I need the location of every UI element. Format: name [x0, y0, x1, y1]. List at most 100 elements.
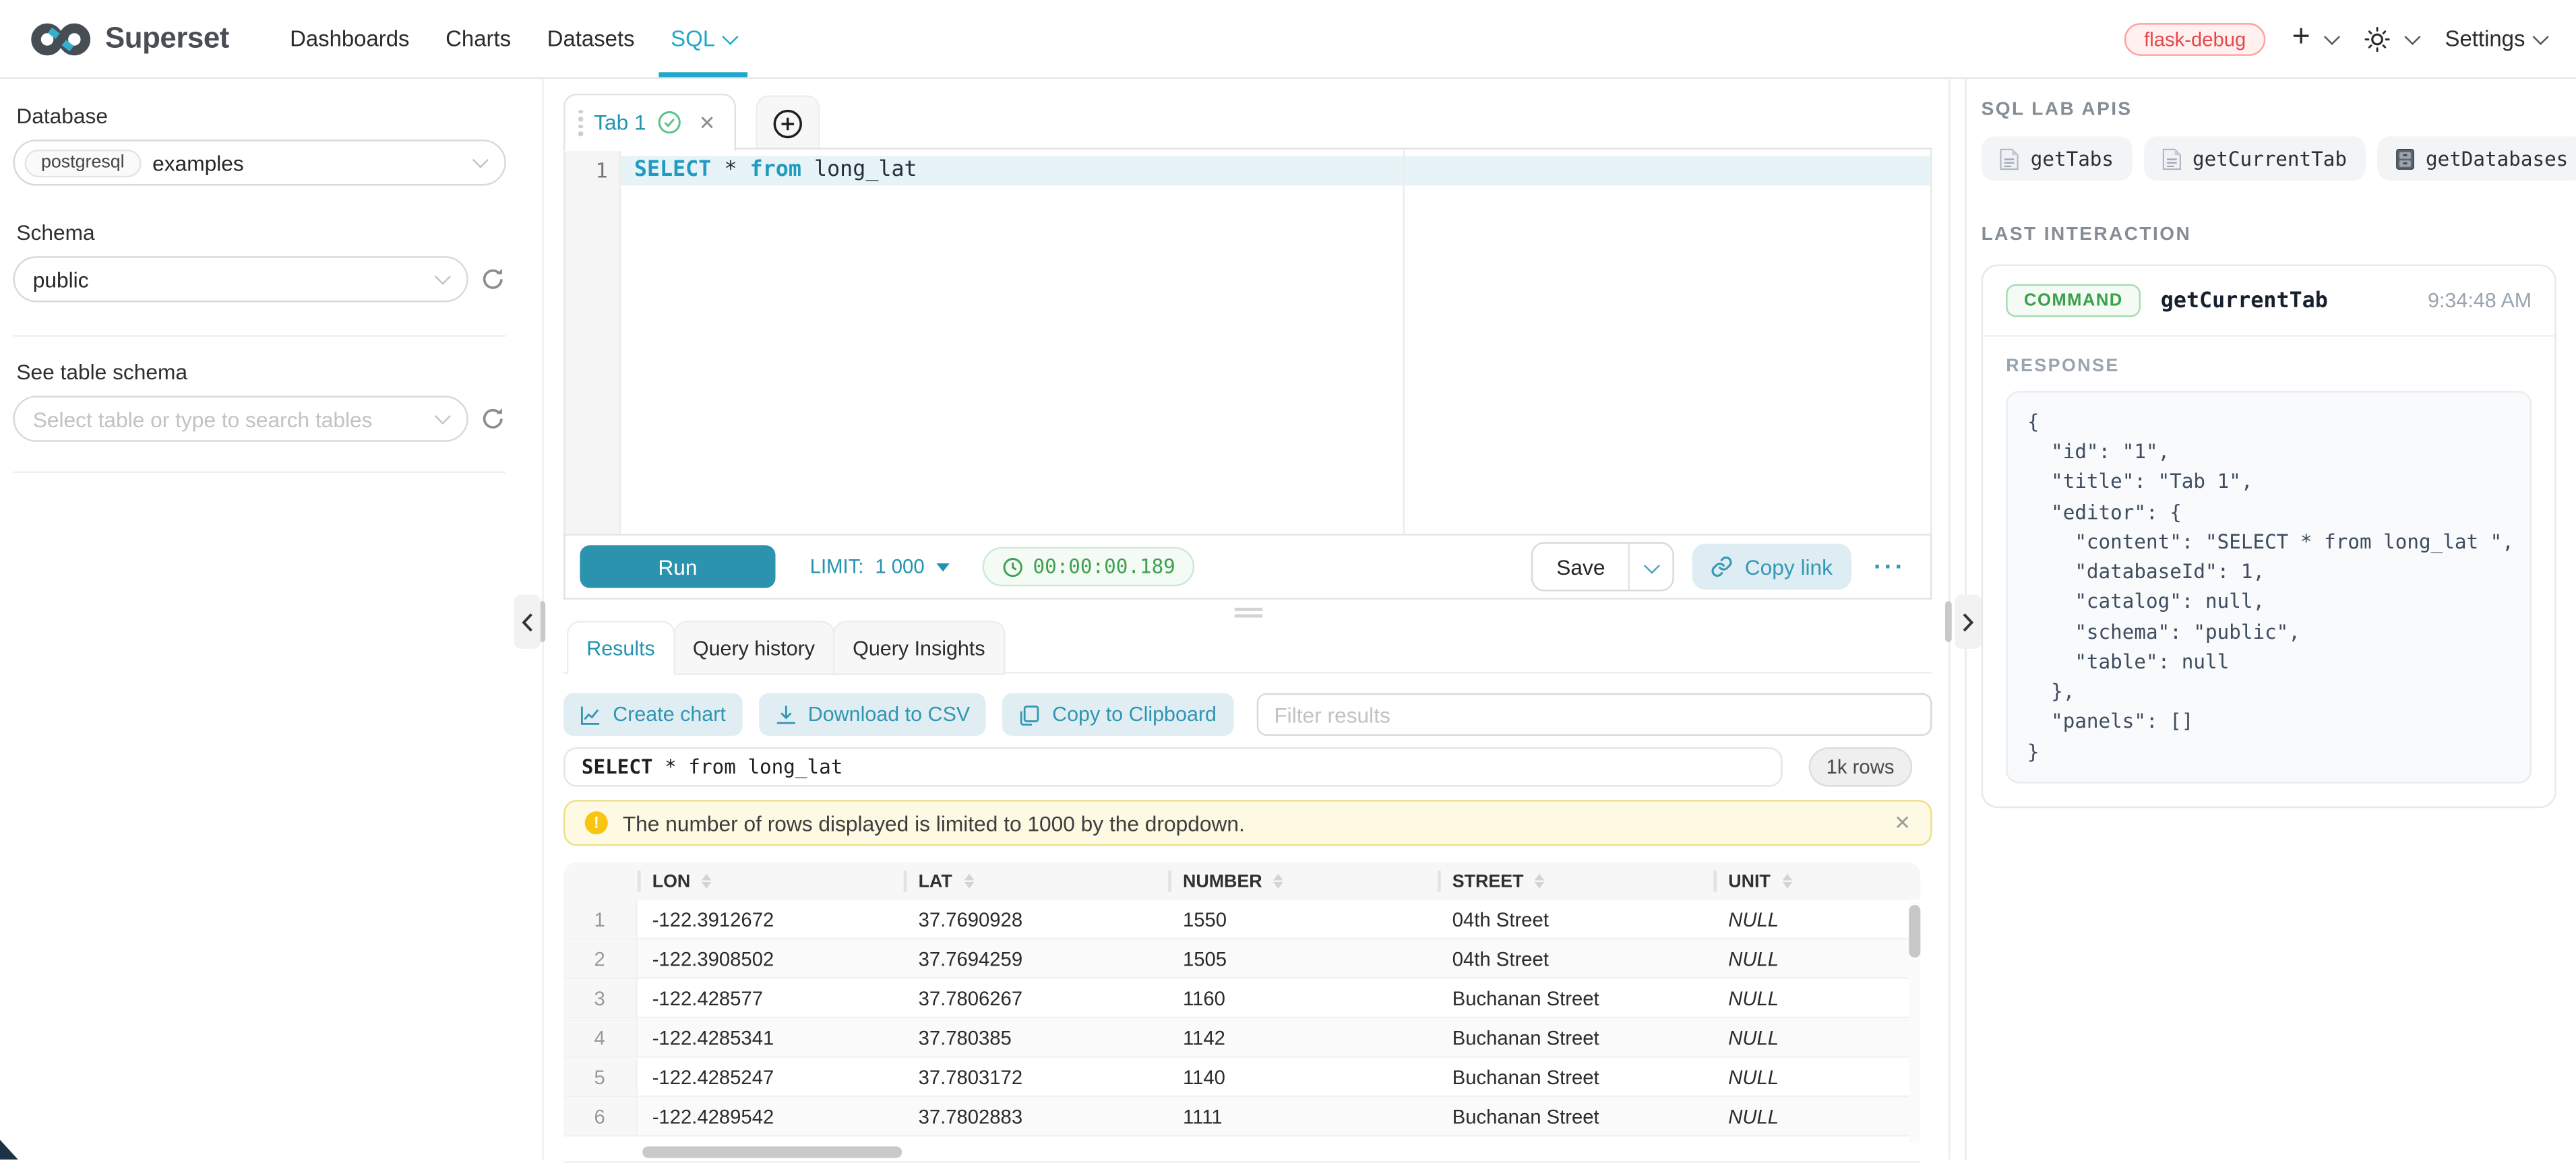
- table-cell[interactable]: NULL: [1713, 939, 1897, 977]
- table-cell[interactable]: 1550: [1168, 900, 1438, 938]
- table-cell[interactable]: 37.7802883: [904, 1097, 1168, 1135]
- nav-dashboards[interactable]: Dashboards: [272, 0, 427, 77]
- table-select[interactable]: Select table or type to search tables: [13, 396, 468, 441]
- tab-query-history[interactable]: Query history: [673, 621, 835, 674]
- column-header-lon[interactable]: LON: [638, 862, 904, 900]
- query-preview[interactable]: SELECT * from long_lat: [563, 747, 1783, 787]
- table-row[interactable]: 4-122.428534137.7803851142Buchanan Stree…: [563, 1018, 1920, 1058]
- editor-tab-1[interactable]: Tab 1 ✕: [563, 94, 737, 151]
- save-options-button[interactable]: [1628, 544, 1673, 590]
- table-select-placeholder: Select table or type to search tables: [25, 406, 373, 431]
- pane-splitter[interactable]: [563, 600, 1932, 621]
- sort-icon[interactable]: [1535, 873, 1545, 889]
- table-row[interactable]: 5-122.428524737.78031721140Buchanan Stre…: [563, 1058, 1920, 1098]
- add-tab-button[interactable]: [756, 95, 820, 149]
- table-cell[interactable]: -122.4285341: [638, 1018, 904, 1056]
- command-name: getCurrentTab: [2161, 288, 2328, 313]
- run-query-button[interactable]: Run: [580, 545, 775, 588]
- save-button[interactable]: Save: [1533, 544, 1628, 590]
- database-value: examples: [152, 150, 244, 175]
- table-cell[interactable]: 37.780385: [904, 1018, 1168, 1056]
- table-cell[interactable]: NULL: [1713, 1097, 1897, 1135]
- horizontal-scrollbar-thumb[interactable]: [642, 1146, 902, 1158]
- close-warning-icon[interactable]: ✕: [1894, 811, 1911, 834]
- filter-results-input[interactable]: [1256, 693, 1932, 736]
- close-tab-icon[interactable]: ✕: [699, 111, 716, 134]
- table-cell[interactable]: Buchanan Street: [1438, 1097, 1714, 1135]
- table-cell[interactable]: NULL: [1713, 979, 1897, 1017]
- table-cell[interactable]: -122.4289542: [638, 1097, 904, 1135]
- collapse-right-panel-button[interactable]: [1955, 594, 1982, 648]
- row-index-cell: 3: [563, 979, 638, 1017]
- column-header-number[interactable]: NUMBER: [1168, 862, 1438, 900]
- nav-datasets[interactable]: Datasets: [529, 0, 652, 77]
- table-cell[interactable]: 37.7803172: [904, 1058, 1168, 1096]
- schema-label: Schema: [16, 220, 505, 245]
- table-cell[interactable]: NULL: [1713, 1058, 1897, 1096]
- new-item-menu[interactable]: +: [2292, 25, 2339, 53]
- refresh-tables-icon[interactable]: [480, 406, 506, 432]
- table-cell[interactable]: NULL: [1713, 1018, 1897, 1056]
- api-button-getcurrenttab[interactable]: getCurrentTab: [2143, 136, 2365, 181]
- schema-select[interactable]: public: [13, 256, 468, 302]
- table-cell[interactable]: 1142: [1168, 1018, 1438, 1056]
- copy-to-clipboard-button[interactable]: Copy to Clipboard: [1003, 693, 1233, 736]
- settings-menu[interactable]: Settings: [2445, 26, 2547, 51]
- nav-sql[interactable]: SQL: [652, 0, 754, 77]
- nav-charts[interactable]: Charts: [427, 0, 529, 77]
- table-cell[interactable]: 37.7806267: [904, 979, 1168, 1017]
- table-cell[interactable]: -122.4285247: [638, 1058, 904, 1096]
- column-header-lat[interactable]: LAT: [904, 862, 1168, 900]
- caret-down-icon: [936, 563, 950, 571]
- limit-label: LIMIT:: [810, 555, 864, 578]
- sort-icon[interactable]: [1274, 873, 1284, 889]
- copy-link-button[interactable]: Copy link: [1692, 544, 1851, 590]
- download-csv-button[interactable]: Download to CSV: [759, 693, 987, 736]
- table-cell[interactable]: 04th Street: [1438, 939, 1714, 977]
- vertical-scrollbar-thumb[interactable]: [1909, 905, 1920, 957]
- table-cell[interactable]: 1140: [1168, 1058, 1438, 1096]
- collapse-left-panel-button[interactable]: [514, 594, 541, 648]
- table-cell[interactable]: -122.3908502: [638, 939, 904, 977]
- table-row[interactable]: 6-122.428954237.78028831111Buchanan Stre…: [563, 1097, 1920, 1137]
- row-limit-warning-banner: ! The number of rows displayed is limite…: [563, 800, 1932, 846]
- table-cell[interactable]: -122.428577: [638, 979, 904, 1017]
- table-cell[interactable]: 1505: [1168, 939, 1438, 977]
- more-options-button[interactable]: ···: [1874, 553, 1906, 580]
- sql-code-editor[interactable]: 1 SELECT * from long_lat: [563, 150, 1932, 534]
- api-button-getdatabases[interactable]: getDatabases: [2376, 136, 2576, 181]
- tab-results[interactable]: Results: [567, 621, 675, 674]
- chevron-down-icon: [472, 152, 489, 168]
- column-header-street[interactable]: STREET: [1438, 862, 1714, 900]
- table-row[interactable]: 2-122.390850237.7694259150504th StreetNU…: [563, 939, 1920, 979]
- splitter-drag-icon[interactable]: [1234, 608, 1262, 618]
- theme-menu[interactable]: [2364, 26, 2418, 52]
- database-select[interactable]: postgresql examples: [13, 139, 506, 185]
- horizontal-scrollbar[interactable]: [563, 1143, 1920, 1162]
- table-cell[interactable]: 1111: [1168, 1097, 1438, 1135]
- table-cell[interactable]: Buchanan Street: [1438, 1018, 1714, 1056]
- sort-icon[interactable]: [1782, 873, 1792, 889]
- table-cell[interactable]: 37.7694259: [904, 939, 1168, 977]
- table-row[interactable]: 1-122.391267237.7690928155004th StreetNU…: [563, 900, 1920, 940]
- table-cell[interactable]: -122.3912672: [638, 900, 904, 938]
- sort-icon[interactable]: [702, 873, 712, 889]
- table-row[interactable]: 3-122.42857737.78062671160Buchanan Stree…: [563, 979, 1920, 1019]
- create-chart-button[interactable]: Create chart: [563, 693, 742, 736]
- tab-query-insights[interactable]: Query Insights: [833, 621, 1005, 674]
- column-header-unit[interactable]: UNIT: [1713, 862, 1897, 900]
- table-cell[interactable]: NULL: [1713, 900, 1897, 938]
- right-split-drag-handle[interactable]: [1945, 601, 1952, 642]
- refresh-schema-icon[interactable]: [480, 266, 506, 292]
- table-cell[interactable]: 37.7690928: [904, 900, 1168, 938]
- tab-drag-handle-icon[interactable]: [578, 109, 582, 135]
- api-button-gettabs[interactable]: getTabs: [1982, 136, 2132, 181]
- superset-logo[interactable]: Superset: [30, 19, 229, 59]
- limit-dropdown[interactable]: LIMIT: 1 000: [810, 555, 949, 578]
- table-cell[interactable]: 04th Street: [1438, 900, 1714, 938]
- table-cell[interactable]: Buchanan Street: [1438, 979, 1714, 1017]
- sort-icon[interactable]: [964, 873, 974, 889]
- vertical-scrollbar[interactable]: [1909, 902, 1920, 1143]
- table-cell[interactable]: Buchanan Street: [1438, 1058, 1714, 1096]
- table-cell[interactable]: 1160: [1168, 979, 1438, 1017]
